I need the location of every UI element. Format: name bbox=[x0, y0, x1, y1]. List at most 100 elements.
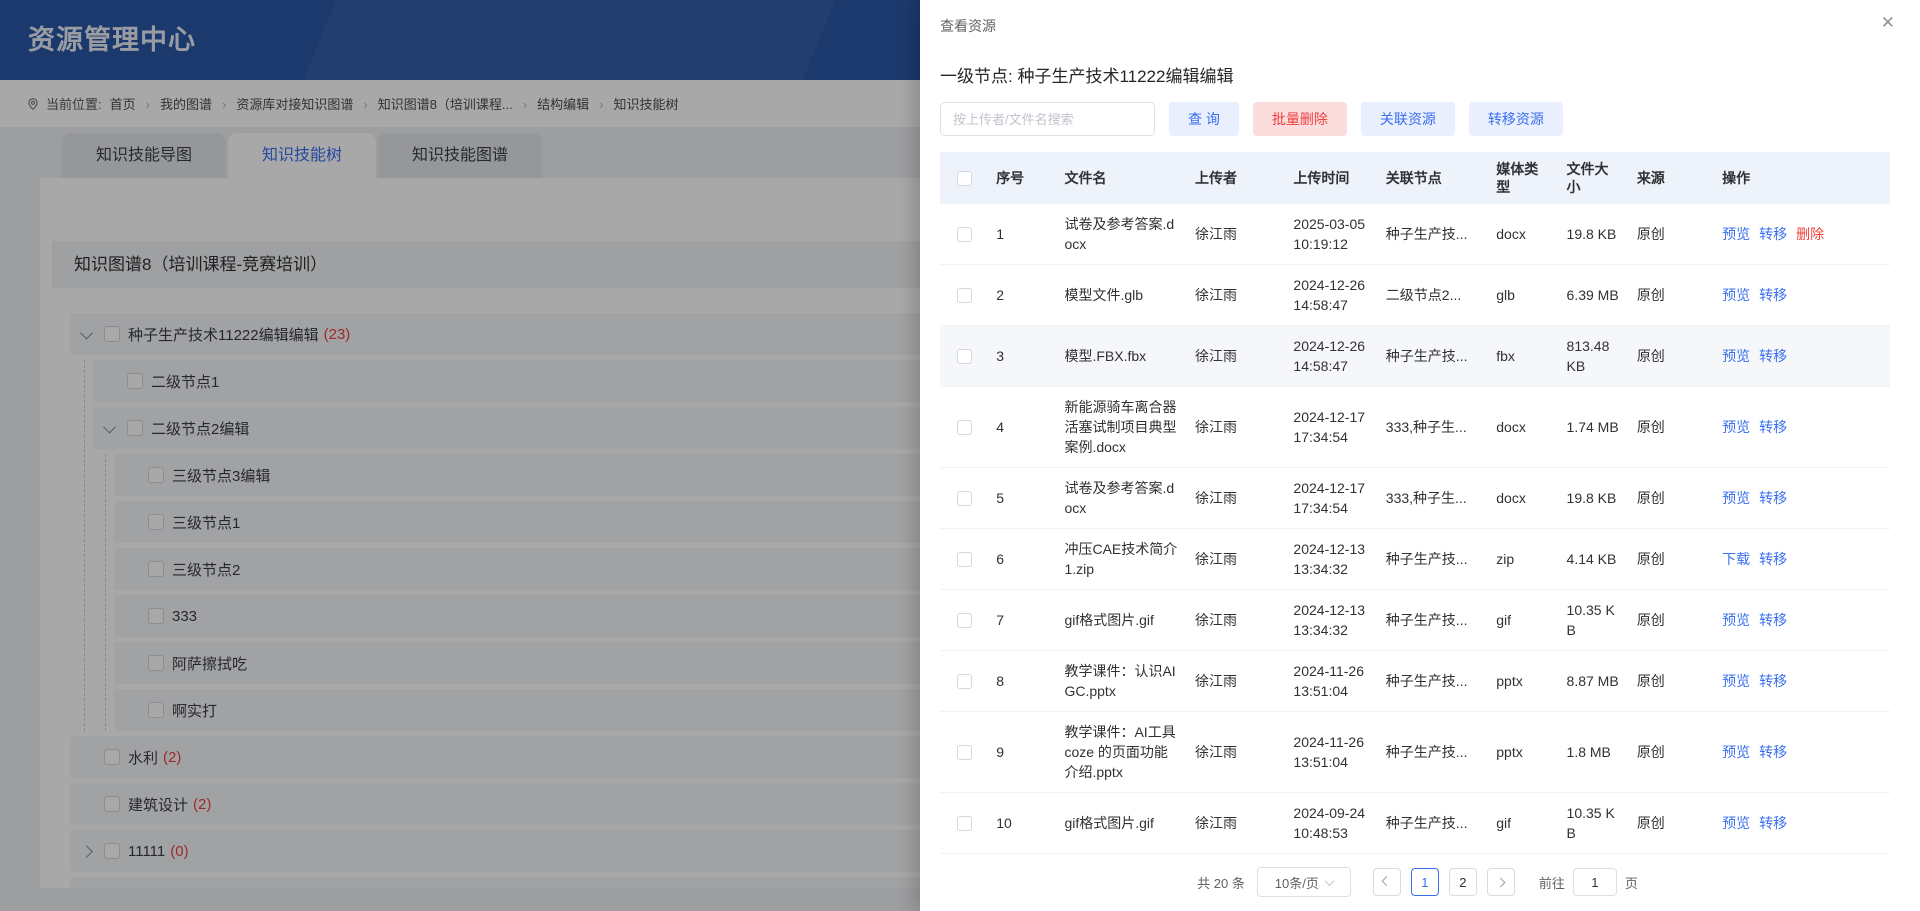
cell-source: 原创 bbox=[1629, 265, 1714, 326]
action-预览[interactable]: 预览 bbox=[1722, 348, 1750, 364]
row-checkbox[interactable] bbox=[957, 674, 972, 689]
cell-time: 2024-12-17 17:34:54 bbox=[1285, 387, 1377, 468]
goto-label: 前往 bbox=[1539, 873, 1565, 892]
cell-uploader: 徐江雨 bbox=[1187, 793, 1285, 854]
search-input[interactable] bbox=[940, 102, 1155, 136]
goto-page-input[interactable] bbox=[1573, 868, 1617, 896]
batch-delete-button[interactable]: 批量删除 bbox=[1253, 102, 1347, 136]
cell-file: 新能源骑车离合器活塞试制项目典型案例.docx bbox=[1056, 387, 1187, 468]
action-预览[interactable]: 预览 bbox=[1722, 226, 1750, 242]
cell-source: 原创 bbox=[1629, 793, 1714, 854]
cell-no: 8 bbox=[988, 651, 1056, 712]
prev-page-button[interactable] bbox=[1373, 868, 1401, 896]
action-转移[interactable]: 转移 bbox=[1759, 744, 1787, 760]
action-转移[interactable]: 转移 bbox=[1759, 490, 1787, 506]
cell-source: 原创 bbox=[1629, 651, 1714, 712]
row-checkbox[interactable] bbox=[957, 288, 972, 303]
cell-uploader: 徐江雨 bbox=[1187, 468, 1285, 529]
row-checkbox[interactable] bbox=[957, 613, 972, 628]
cell-uploader: 徐江雨 bbox=[1187, 326, 1285, 387]
query-button[interactable]: 查 询 bbox=[1169, 102, 1239, 136]
table-row: 8教学课件：认识AIGC.pptx徐江雨2024-11-26 13:51:04种… bbox=[940, 651, 1890, 712]
page-button-1[interactable]: 1 bbox=[1411, 868, 1439, 896]
column-header: 来源 bbox=[1629, 152, 1714, 204]
page-size-select[interactable]: 10条/页 bbox=[1257, 867, 1351, 897]
cell-size: 4.14 KB bbox=[1559, 529, 1629, 590]
node-heading: 一级节点: 种子生产技术11222编辑编辑 bbox=[940, 62, 1895, 87]
cell-source: 原创 bbox=[1629, 529, 1714, 590]
cell-uploader: 徐江雨 bbox=[1187, 265, 1285, 326]
cell-uploader: 徐江雨 bbox=[1187, 712, 1285, 793]
cell-file: 教学课件：AI工具coze 的页面功能介绍.pptx bbox=[1056, 712, 1187, 793]
action-转移[interactable]: 转移 bbox=[1759, 815, 1787, 831]
action-预览[interactable]: 预览 bbox=[1722, 419, 1750, 435]
cell-type: pptx bbox=[1488, 712, 1558, 793]
table-row: 4新能源骑车离合器活塞试制项目典型案例.docx徐江雨2024-12-17 17… bbox=[940, 387, 1890, 468]
header-checkbox[interactable] bbox=[957, 171, 972, 186]
action-预览[interactable]: 预览 bbox=[1722, 490, 1750, 506]
row-checkbox-cell bbox=[940, 651, 988, 712]
cell-type: zip bbox=[1488, 529, 1558, 590]
row-checkbox-cell bbox=[940, 712, 988, 793]
action-下载[interactable]: 下载 bbox=[1722, 551, 1750, 567]
column-header: 操作 bbox=[1714, 152, 1890, 204]
cell-no: 3 bbox=[988, 326, 1056, 387]
table-row: 1试卷及参考答案.docx徐江雨2025-03-05 10:19:12种子生产技… bbox=[940, 204, 1890, 265]
goto-unit: 页 bbox=[1625, 873, 1638, 892]
action-转移[interactable]: 转移 bbox=[1759, 226, 1787, 242]
action-删除[interactable]: 删除 bbox=[1796, 226, 1824, 242]
row-checkbox[interactable] bbox=[957, 349, 972, 364]
cell-type: docx bbox=[1488, 204, 1558, 265]
cell-type: gif bbox=[1488, 590, 1558, 651]
cell-size: 10.35 KB bbox=[1559, 590, 1629, 651]
cell-type: pptx bbox=[1488, 651, 1558, 712]
action-转移[interactable]: 转移 bbox=[1759, 419, 1787, 435]
row-actions: 预览转移 bbox=[1714, 793, 1890, 854]
action-转移[interactable]: 转移 bbox=[1759, 551, 1787, 567]
cell-no: 4 bbox=[988, 387, 1056, 468]
cell-file: 试卷及参考答案.docx bbox=[1056, 204, 1187, 265]
row-checkbox-cell bbox=[940, 204, 988, 265]
table-row: 6冲压CAE技术简介1.zip徐江雨2024-12-13 13:34:32种子生… bbox=[940, 529, 1890, 590]
row-actions: 预览转移 bbox=[1714, 590, 1890, 651]
cell-source: 原创 bbox=[1629, 387, 1714, 468]
transfer-resources-button[interactable]: 转移资源 bbox=[1469, 102, 1563, 136]
row-actions: 下载转移 bbox=[1714, 529, 1890, 590]
relate-resources-button[interactable]: 关联资源 bbox=[1361, 102, 1455, 136]
row-checkbox[interactable] bbox=[957, 491, 972, 506]
action-预览[interactable]: 预览 bbox=[1722, 673, 1750, 689]
chevron-right-icon bbox=[1496, 877, 1506, 887]
cell-time: 2024-11-26 13:51:04 bbox=[1285, 651, 1377, 712]
cell-node: 333,种子生... bbox=[1378, 468, 1488, 529]
action-转移[interactable]: 转移 bbox=[1759, 348, 1787, 364]
action-转移[interactable]: 转移 bbox=[1759, 673, 1787, 689]
cell-time: 2024-12-13 13:34:32 bbox=[1285, 529, 1377, 590]
row-actions: 预览转移删除 bbox=[1714, 204, 1890, 265]
row-checkbox[interactable] bbox=[957, 227, 972, 242]
row-actions: 预览转移 bbox=[1714, 468, 1890, 529]
row-checkbox[interactable] bbox=[957, 552, 972, 567]
page-button-2[interactable]: 2 bbox=[1449, 868, 1477, 896]
resource-management-page: 资源管理中心 当前位置: 首页›我的图谱›资源库对接知识图谱›知识图谱8（培训课… bbox=[0, 0, 1920, 911]
next-page-button[interactable] bbox=[1487, 868, 1515, 896]
action-转移[interactable]: 转移 bbox=[1759, 612, 1787, 628]
row-checkbox[interactable] bbox=[957, 745, 972, 760]
action-预览[interactable]: 预览 bbox=[1722, 287, 1750, 303]
row-actions: 预览转移 bbox=[1714, 326, 1890, 387]
row-checkbox[interactable] bbox=[957, 816, 972, 831]
row-checkbox-cell bbox=[940, 387, 988, 468]
action-预览[interactable]: 预览 bbox=[1722, 815, 1750, 831]
close-icon[interactable]: ✕ bbox=[1881, 14, 1895, 31]
action-预览[interactable]: 预览 bbox=[1722, 612, 1750, 628]
cell-no: 5 bbox=[988, 468, 1056, 529]
table-row: 10gif格式图片.gif徐江雨2024-09-24 10:48:53种子生产技… bbox=[940, 793, 1890, 854]
action-预览[interactable]: 预览 bbox=[1722, 744, 1750, 760]
action-转移[interactable]: 转移 bbox=[1759, 287, 1787, 303]
cell-size: 1.8 MB bbox=[1559, 712, 1629, 793]
table-row: 3模型.FBX.fbx徐江雨2024-12-26 14:58:47种子生产技..… bbox=[940, 326, 1890, 387]
cell-source: 原创 bbox=[1629, 204, 1714, 265]
cell-uploader: 徐江雨 bbox=[1187, 204, 1285, 265]
drawer-toolbar: 查 询 批量删除 关联资源 转移资源 bbox=[940, 102, 1895, 136]
row-checkbox[interactable] bbox=[957, 420, 972, 435]
cell-node: 种子生产技... bbox=[1378, 529, 1488, 590]
